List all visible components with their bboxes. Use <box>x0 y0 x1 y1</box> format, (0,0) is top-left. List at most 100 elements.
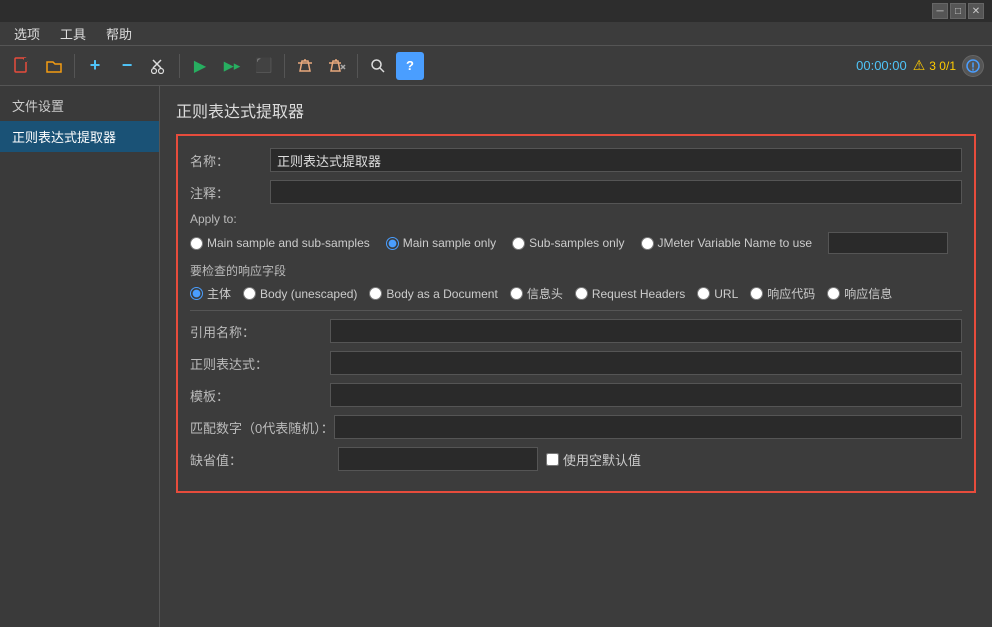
radio-req-headers-input[interactable] <box>575 287 588 300</box>
navigate-button[interactable] <box>962 55 984 77</box>
match-num-input[interactable] <box>334 415 962 439</box>
name-input[interactable] <box>270 148 962 172</box>
minimize-button[interactable]: ─ <box>932 3 948 19</box>
regex-label: 正则表达式： <box>190 354 330 373</box>
radio-header-input[interactable] <box>510 287 523 300</box>
warning-indicator: ⚠ 3 0/1 <box>913 57 956 74</box>
radio-resp-msg[interactable]: 响应信息 <box>827 285 892 302</box>
template-row: 模板： <box>190 383 962 407</box>
maximize-button[interactable]: □ <box>950 3 966 19</box>
response-radio-group: 主体 Body (unescaped) Body as a Document 信… <box>190 285 962 302</box>
radio-resp-msg-label: 响应信息 <box>844 285 892 302</box>
menu-item-tools[interactable]: 工具 <box>50 22 96 45</box>
toolbar-right: 00:00:00 ⚠ 3 0/1 <box>856 55 984 77</box>
start-button[interactable]: ▶ <box>186 52 214 80</box>
page-title: 正则表达式提取器 <box>176 98 976 122</box>
name-row: 名称： <box>190 148 962 172</box>
use-empty-label: 使用空默认值 <box>563 450 641 469</box>
radio-body-input[interactable] <box>190 287 203 300</box>
use-empty-checkbox[interactable]: 使用空默认值 <box>546 450 641 469</box>
radio-body[interactable]: 主体 <box>190 285 231 302</box>
radio-sub-label: Sub-samples only <box>529 236 624 250</box>
radio-resp-code-label: 响应代码 <box>767 285 815 302</box>
regex-input[interactable] <box>330 351 962 375</box>
radio-doc-label: Body as a Document <box>386 287 497 301</box>
default-row: 缺省值： 使用空默认值 <box>190 447 962 471</box>
jmeter-var-input[interactable] <box>828 232 948 254</box>
radio-doc-input[interactable] <box>369 287 382 300</box>
radio-all-samples[interactable]: Main sample and sub-samples <box>190 236 370 250</box>
radio-body-label: 主体 <box>207 285 231 302</box>
comment-input[interactable] <box>270 180 962 204</box>
radio-sub-input[interactable] <box>512 237 525 250</box>
sidebar: 文件设置 正则表达式提取器 <box>0 86 160 627</box>
sidebar-item-regex-extractor[interactable]: 正则表达式提取器 <box>0 121 159 152</box>
radio-resp-code[interactable]: 响应代码 <box>750 285 815 302</box>
radio-header-label: 信息头 <box>527 285 563 302</box>
open-button[interactable] <box>40 52 68 80</box>
clear-all-button[interactable] <box>323 52 351 80</box>
radio-unescaped-input[interactable] <box>243 287 256 300</box>
menu-item-options[interactable]: 选项 <box>4 22 50 45</box>
clear-button[interactable] <box>291 52 319 80</box>
radio-jmeter-input[interactable] <box>641 237 654 250</box>
use-empty-input[interactable] <box>546 453 559 466</box>
radio-sub-samples[interactable]: Sub-samples only <box>512 236 624 250</box>
warning-count: 3 0/1 <box>929 59 956 73</box>
radio-req-headers-label: Request Headers <box>592 287 685 301</box>
template-input[interactable] <box>330 383 962 407</box>
remove-button[interactable]: − <box>113 52 141 80</box>
add-button[interactable]: + <box>81 52 109 80</box>
menu-item-help[interactable]: 帮助 <box>96 22 142 45</box>
cut-button[interactable] <box>145 52 173 80</box>
radio-header[interactable]: 信息头 <box>510 285 563 302</box>
regex-row: 正则表达式： <box>190 351 962 375</box>
toolbar: + − ▶ ▶▸ ⬛ ? 00:00:00 ⚠ 3 0/1 <box>0 46 992 86</box>
radio-resp-code-input[interactable] <box>750 287 763 300</box>
radio-main-input[interactable] <box>386 237 399 250</box>
comment-label: 注释： <box>190 183 270 202</box>
radio-jmeter-label: JMeter Variable Name to use <box>658 236 813 250</box>
ref-name-input[interactable] <box>330 319 962 343</box>
help-button[interactable]: ? <box>396 52 424 80</box>
apply-to-label: Apply to: <box>190 212 962 226</box>
content-area: 正则表达式提取器 名称： 注释： Apply to: Main sample a… <box>160 86 992 627</box>
radio-unescaped-label: Body (unescaped) <box>260 287 357 301</box>
radio-url-input[interactable] <box>697 287 710 300</box>
response-field-label: 要检查的响应字段 <box>190 262 962 279</box>
main-layout: 文件设置 正则表达式提取器 正则表达式提取器 名称： 注释： Apply to: <box>0 86 992 627</box>
radio-req-headers[interactable]: Request Headers <box>575 287 685 301</box>
sidebar-item-file-settings[interactable]: 文件设置 <box>0 90 159 121</box>
start-nosubs-button[interactable]: ▶▸ <box>218 52 246 80</box>
new-button[interactable] <box>8 52 36 80</box>
radio-url-label: URL <box>714 287 738 301</box>
response-field-section: 要检查的响应字段 主体 Body (unescaped) Body as a D… <box>190 262 962 302</box>
template-label: 模板： <box>190 386 330 405</box>
stop-button[interactable]: ⬛ <box>250 52 278 80</box>
default-input[interactable] <box>338 447 538 471</box>
search-button[interactable] <box>364 52 392 80</box>
name-label: 名称： <box>190 151 270 170</box>
ref-name-label: 引用名称： <box>190 322 330 341</box>
radio-url[interactable]: URL <box>697 287 738 301</box>
warning-icon: ⚠ <box>913 57 926 74</box>
close-button[interactable]: ✕ <box>968 3 984 19</box>
apply-to-section: Apply to: Main sample and sub-samples Ma… <box>190 212 962 254</box>
ref-name-row: 引用名称： <box>190 319 962 343</box>
apply-to-radio-group: Main sample and sub-samples Main sample … <box>190 232 962 254</box>
timer-display: 00:00:00 <box>856 58 907 73</box>
radio-all-label: Main sample and sub-samples <box>207 236 370 250</box>
default-label: 缺省值： <box>190 450 330 469</box>
comment-row: 注释： <box>190 180 962 204</box>
radio-main-label: Main sample only <box>403 236 496 250</box>
radio-body-doc[interactable]: Body as a Document <box>369 287 497 301</box>
radio-resp-msg-input[interactable] <box>827 287 840 300</box>
form-panel: 名称： 注释： Apply to: Main sample and sub-sa… <box>176 134 976 493</box>
radio-main-sample[interactable]: Main sample only <box>386 236 496 250</box>
match-num-label: 匹配数字（0代表随机）： <box>190 418 334 437</box>
radio-body-unescaped[interactable]: Body (unescaped) <box>243 287 357 301</box>
radio-jmeter-var[interactable]: JMeter Variable Name to use <box>641 236 813 250</box>
menu-bar: 选项 工具 帮助 <box>0 22 992 46</box>
match-num-row: 匹配数字（0代表随机）： <box>190 415 962 439</box>
radio-all-input[interactable] <box>190 237 203 250</box>
